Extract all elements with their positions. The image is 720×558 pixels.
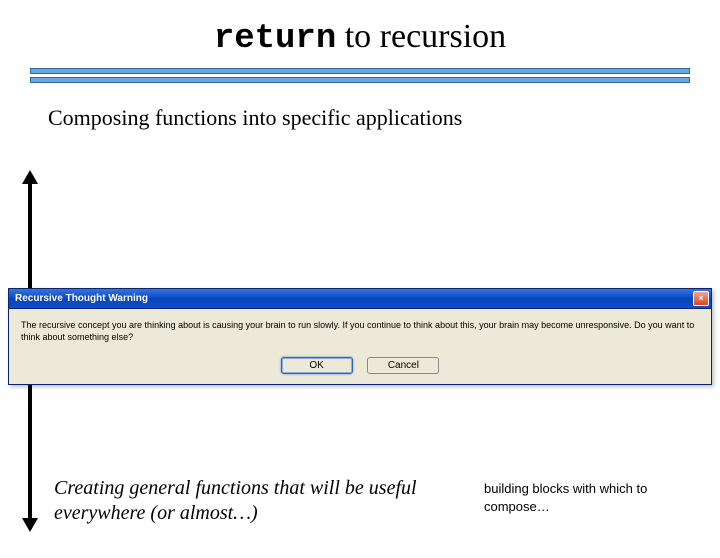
warning-dialog: Recursive Thought Warning × The recursiv…: [8, 288, 712, 385]
subtitle-text: Composing functions into specific applic…: [48, 105, 720, 131]
dialog-body: The recursive concept you are thinking a…: [9, 309, 711, 349]
cancel-button[interactable]: Cancel: [367, 357, 439, 374]
footer: Creating general functions that will be …: [54, 476, 690, 526]
footer-note-text: building blocks with which to compose…: [484, 480, 690, 515]
arrow-down-icon: [22, 518, 38, 532]
title-keyword: return: [214, 20, 336, 58]
dialog-title-text: Recursive Thought Warning: [15, 293, 148, 304]
dialog-message: The recursive concept you are thinking a…: [21, 319, 699, 343]
footer-main-text: Creating general functions that will be …: [54, 476, 454, 526]
title-divider: [30, 68, 690, 83]
dialog-button-row: OK Cancel: [9, 349, 711, 384]
slide-title: return to recursion: [0, 18, 720, 58]
ok-button[interactable]: OK: [281, 357, 353, 374]
title-rest: to recursion: [336, 18, 506, 55]
dialog-titlebar[interactable]: Recursive Thought Warning ×: [9, 289, 711, 309]
close-icon[interactable]: ×: [693, 291, 709, 306]
